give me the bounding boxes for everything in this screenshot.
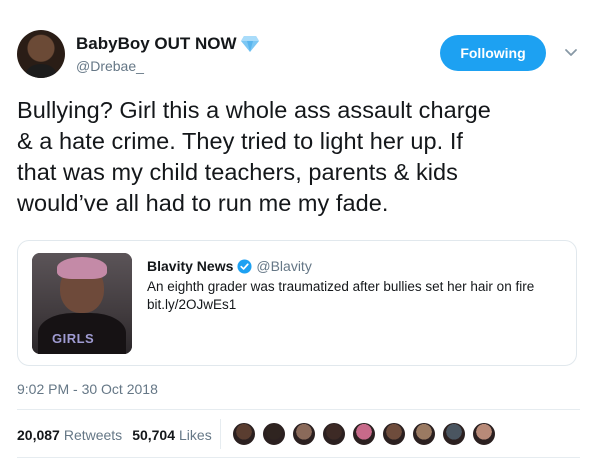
retweets-label[interactable]: Retweets	[64, 427, 122, 443]
liker-avatar[interactable]	[412, 422, 436, 446]
quoted-tweet-card[interactable]: GIRLS Blavity News @Blavity An eighth gr…	[17, 240, 577, 366]
quoted-tweet-text: An eighth grader was traumatized after b…	[147, 279, 535, 294]
author-display-name[interactable]: BabyBoy OUT NOW	[76, 34, 237, 54]
tweet-stats: 20,087 Retweets 50,704 Likes	[17, 426, 212, 444]
liker-avatar[interactable]	[322, 422, 346, 446]
following-button[interactable]: Following	[440, 35, 546, 71]
stats-divider	[220, 419, 221, 449]
liker-avatar[interactable]	[352, 422, 376, 446]
liker-avatar[interactable]	[472, 422, 496, 446]
author-handle[interactable]: @Drebae_	[76, 58, 144, 74]
divider	[17, 457, 580, 458]
author-avatar[interactable]	[17, 30, 65, 78]
tweet-text: Bullying? Girl this a whole ass assault …	[17, 95, 582, 219]
chevron-down-icon[interactable]	[564, 46, 578, 60]
divider	[17, 409, 580, 410]
tweet-line: & a hate crime. They tried to light her …	[17, 128, 463, 154]
verified-badge-icon	[237, 258, 252, 274]
quoted-tweet-link[interactable]: bit.ly/2OJwEs1	[147, 297, 236, 312]
liker-avatars	[232, 422, 502, 446]
thumbnail-shirt-text: GIRLS	[52, 331, 95, 346]
quoted-author-row: Blavity News @Blavity	[147, 257, 312, 275]
liker-avatar[interactable]	[292, 422, 316, 446]
quoted-author-handle[interactable]: @Blavity	[256, 258, 311, 274]
likes-count[interactable]: 50,704	[132, 427, 175, 443]
quoted-tweet-thumbnail[interactable]: GIRLS	[32, 253, 132, 354]
tweet-line: would’ve all had to run me my fade.	[17, 190, 389, 216]
tweet-timestamp[interactable]: 9:02 PM - 30 Oct 2018	[17, 381, 158, 397]
likes-label[interactable]: Likes	[179, 427, 212, 443]
liker-avatar[interactable]	[262, 422, 286, 446]
author-name-row: BabyBoy OUT NOW	[76, 33, 260, 55]
thumbnail-hair	[57, 257, 107, 279]
liker-avatar[interactable]	[382, 422, 406, 446]
tweet-line: Bullying? Girl this a whole ass assault …	[17, 97, 491, 123]
tweet-line: that was my child teachers, parents & ki…	[17, 159, 458, 185]
liker-avatar[interactable]	[232, 422, 256, 446]
liker-avatar[interactable]	[442, 422, 466, 446]
quoted-author-name[interactable]: Blavity News	[147, 258, 233, 274]
gem-icon	[240, 36, 259, 52]
retweets-count[interactable]: 20,087	[17, 427, 60, 443]
